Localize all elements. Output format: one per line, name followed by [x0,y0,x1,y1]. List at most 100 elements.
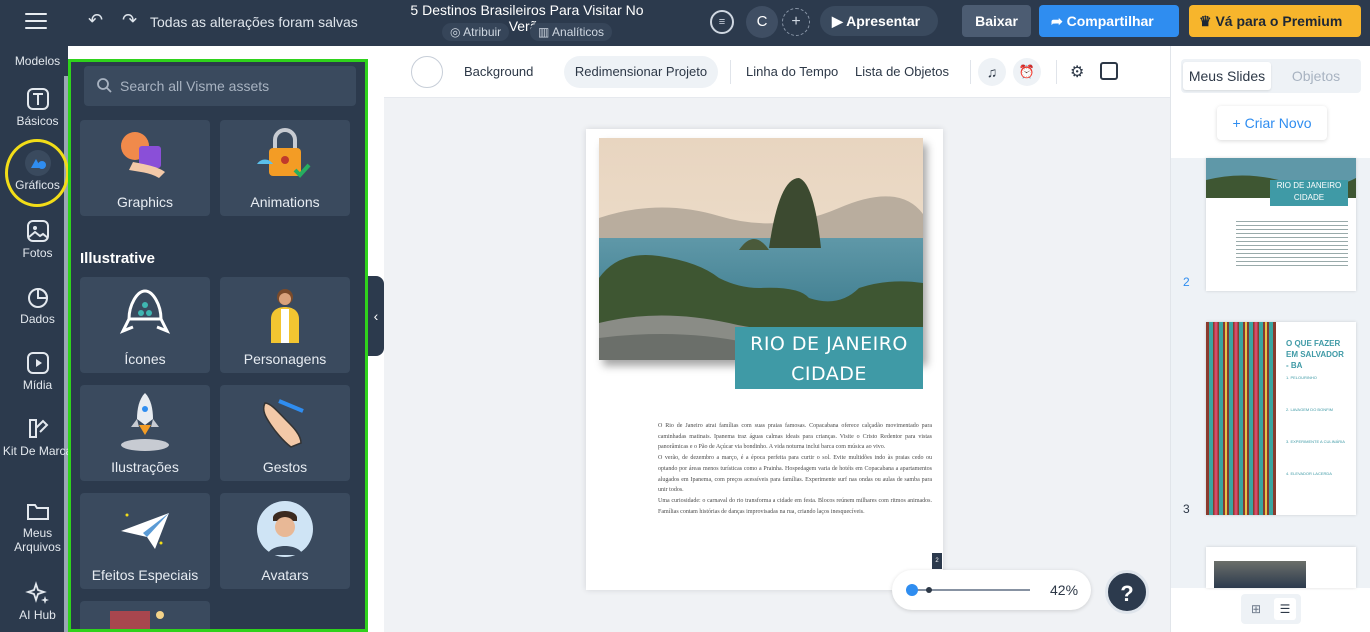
asset-card-more[interactable] [80,601,210,629]
rail-item-dados[interactable]: Dados [0,284,75,326]
rail-item-basicos[interactable]: Básicos [0,86,75,128]
slide-thumbnail-3[interactable]: O QUE FAZER EM SALVADOR - BA 1. PELOURIN… [1206,322,1356,515]
rocket-illustration [121,393,169,451]
rail-item-ai-hub[interactable]: AI Hub [0,580,75,622]
brand-kit-icon [28,419,48,438]
objects-list-button[interactable]: Lista de Objetos [855,64,949,79]
pie-chart-icon [27,287,48,308]
asset-card-icones[interactable]: Ícones [80,277,210,373]
zoom-control: 42% [892,570,1091,610]
slide-caption[interactable]: RIO DE JANEIRO CIDADE MARAVILHOSA [735,327,923,415]
asset-card-graphics[interactable]: Graphics [80,120,210,216]
sparkle-icon [24,581,49,604]
list-view-icon[interactable]: ☰ [1274,598,1296,620]
graphics-asset-panel: Search all Visme assets Graphics Animati… [68,59,368,632]
character-illustration [271,289,299,343]
toolbar-divider [730,60,731,84]
graphics-illustration [121,132,165,178]
redo-icon[interactable]: ↷ [122,10,137,31]
rail-item-fotos[interactable]: Fotos [0,218,75,260]
premium-button[interactable]: ♛ Vá para o Premium [1189,5,1361,37]
text-icon [26,88,49,110]
thumb-items: 1. PELOURINHO 2. LAVAGEM DO BONFIM 3. EX… [1286,375,1345,476]
slide-page[interactable]: RIO DE JANEIRO CIDADE MARAVILHOSA O Rio … [586,129,943,590]
gear-icon[interactable]: ⚙ [1070,62,1084,82]
add-collaborator-icon[interactable]: + [782,8,810,36]
slide-thumbnails: 2 RIO DE JANEIRO CIDADE MARAVILHOSA 3 O … [1171,158,1370,588]
toolbar-divider [1056,60,1057,84]
tab-objetos[interactable]: Objetos [1273,62,1359,90]
view-toggle: ⊞ ☰ [1241,594,1301,624]
top-bar: ↶ ↷ Todas as alterações foram salvas 5 D… [0,0,1370,46]
avatar-illustration [257,501,313,557]
background-button[interactable]: Background [464,64,533,79]
collapse-panel-button[interactable]: ‹ [368,276,384,356]
section-title-illustrative: Illustrative [80,250,156,267]
visme-editor: ↶ ↷ Todas as alterações foram salvas 5 D… [0,0,1370,632]
search-icon [97,78,112,93]
analytics-icon: ▥ [538,25,553,39]
zoom-slider-marker [926,587,932,593]
crown-icon: ♛ [1199,13,1216,29]
folder-icon [26,504,49,520]
present-button[interactable]: ▶ Apresentar [820,6,938,36]
slide-body-text[interactable]: O Rio de Janeiro atrai famílias com suas… [658,421,932,517]
asset-thumbnail-dot [156,611,164,619]
slide-thumbnail-4[interactable] [1206,547,1356,588]
help-button[interactable]: ? [1105,570,1149,614]
slides-panel: Meus Slides Objetos + Criar Novo 2 RIO D… [1170,46,1370,632]
undo-icon[interactable]: ↶ [88,10,103,31]
zoom-value: 42% [1050,582,1079,598]
alarm-clock-icon[interactable]: ⏰ [1013,58,1041,86]
user-avatar[interactable]: C [746,6,778,38]
timeline-button[interactable]: Linha do Tempo [746,64,838,79]
menu-icon[interactable] [25,13,47,29]
asset-card-animations[interactable]: Animations [220,120,350,216]
asset-thumbnail [110,611,150,629]
editor-toolbar: Background Redimensionar Projeto Linha d… [384,46,1170,98]
analytics-button[interactable]: ▥ Analíticos [530,23,613,41]
asset-card-personagens[interactable]: Personagens [220,277,350,373]
share-icon: ➦ [1051,13,1067,29]
tab-meus-slides[interactable]: Meus Slides [1183,62,1271,90]
assign-button[interactable]: ◎ Atribuir [442,23,510,41]
asset-card-avatars[interactable]: Avatars [220,493,350,589]
zoom-slider-handle[interactable] [906,584,918,596]
grid-view-icon[interactable]: ⊞ [1245,598,1267,620]
thumb-caption: RIO DE JANEIRO CIDADE MARAVILHOSA [1270,180,1348,214]
resize-project-button[interactable]: Redimensionar Projeto [564,56,718,88]
background-color-swatch[interactable] [411,56,443,88]
photo-icon [26,220,49,242]
page-badge: 2 [932,553,942,569]
create-new-slide-button[interactable]: + Criar Novo [1217,106,1327,140]
comment-icon[interactable]: ≡ [710,10,734,34]
magic-resize-icon[interactable] [1100,62,1118,80]
slide-number: 3 [1183,502,1190,516]
audio-icon[interactable]: ♫ [978,58,1006,86]
rail-item-modelos[interactable]: Modelos [0,54,75,68]
asset-search-input[interactable]: Search all Visme assets [84,66,356,106]
rail-item-meus-arquivos[interactable]: Meus Arquivos [0,498,75,554]
thumb-text-lines [1236,218,1348,268]
slides-panel-tabs: Meus Slides Objetos [1181,59,1361,93]
rail-item-midia[interactable]: Mídia [0,350,75,392]
rail-highlight-ring [5,139,69,207]
toolbar-divider [970,60,971,84]
canvas-area[interactable]: RIO DE JANEIRO CIDADE MARAVILHOSA O Rio … [384,98,1170,632]
hand-illustration [262,399,304,448]
share-button[interactable]: ➦ Compartilhar [1039,5,1179,37]
download-button[interactable]: Baixar [962,5,1031,37]
asset-card-gestos[interactable]: Gestos [220,385,350,481]
paper-plane-illustration [121,513,169,549]
left-rail: Modelos Básicos Gráficos Fotos Dados Míd… [0,46,72,632]
project-title[interactable]: 5 Destinos Brasileiros Para Visitar No V… [392,2,662,34]
asset-card-ilustracoes[interactable]: Ilustrações [80,385,210,481]
assign-icon: ◎ [450,25,464,39]
rail-item-kit-de-marca[interactable]: Kit De Marca [0,416,75,458]
play-icon: ▶ [832,13,847,29]
icons-illustration [119,289,171,334]
media-icon [26,352,49,374]
slide-thumbnail-2[interactable]: RIO DE JANEIRO CIDADE MARAVILHOSA [1206,158,1356,291]
thumb-photo [1214,561,1306,588]
asset-card-efeitos-especiais[interactable]: Efeitos Especiais [80,493,210,589]
